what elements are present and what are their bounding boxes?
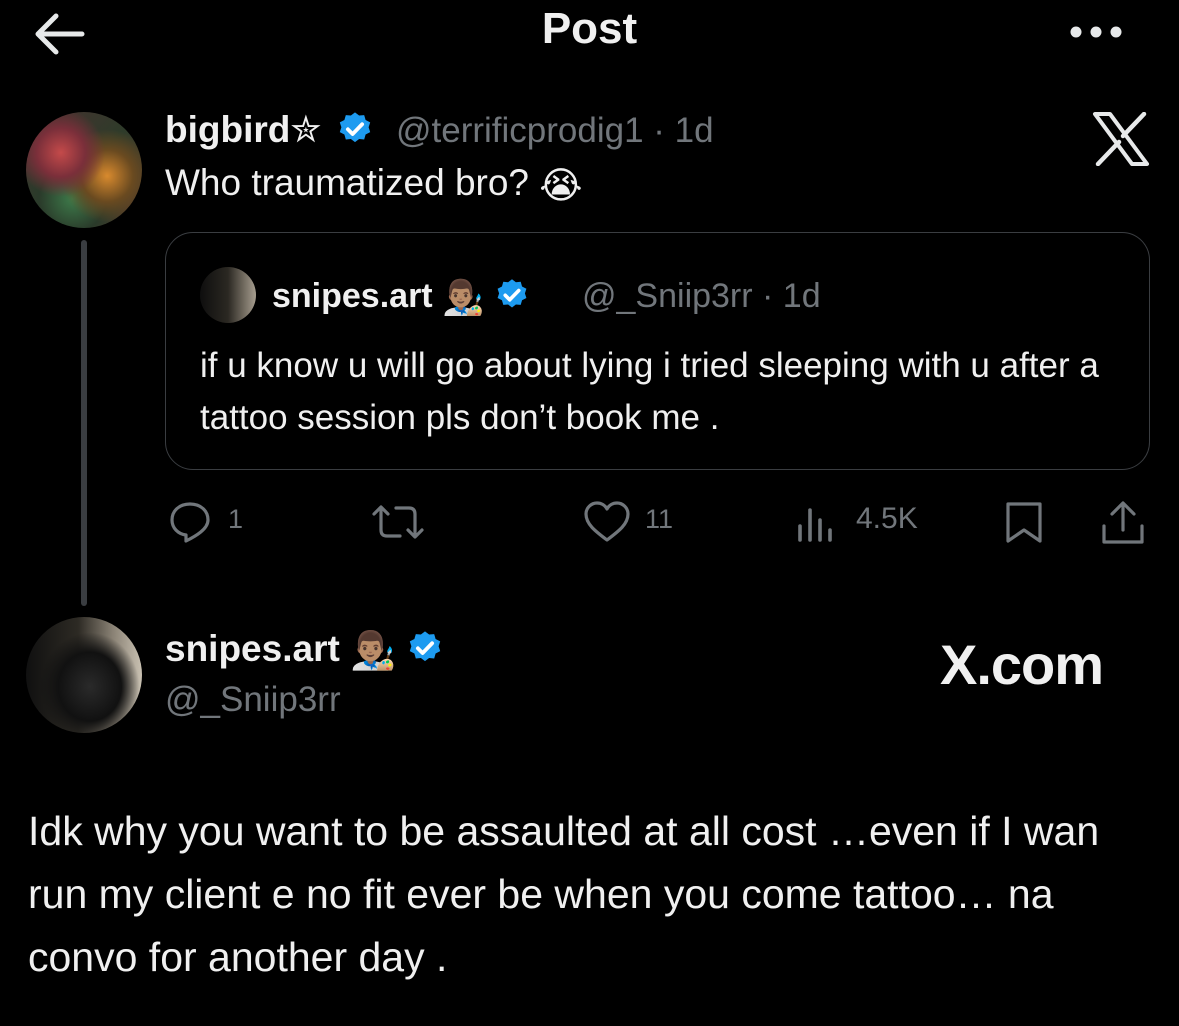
quoted-author-name: snipes.art 👨🏽‍🎨 — [272, 277, 530, 318]
more-icon[interactable] — [1066, 20, 1126, 44]
x-com-brand: X.com — [940, 633, 1104, 696]
x-logo-icon — [1093, 112, 1149, 166]
thread-line — [81, 240, 87, 606]
quoted-name-text: snipes.art — [272, 277, 433, 315]
avatar[interactable] — [26, 617, 142, 733]
artist-emoji: 👨🏽‍🎨 — [350, 629, 397, 671]
verified-badge-icon — [497, 279, 527, 308]
avatar[interactable] — [26, 112, 142, 228]
bookmark-icon[interactable] — [1004, 500, 1044, 544]
retweet-icon[interactable] — [370, 502, 426, 542]
tweet-text: Idk why you want to be assaulted at all … — [28, 808, 1100, 980]
tweet-author-handle[interactable]: @_Sniip3rr — [165, 680, 341, 720]
verified-badge-icon — [410, 631, 441, 662]
artist-emoji: 👨🏽‍🎨 — [442, 279, 485, 318]
crying-emoji: 😭 — [539, 164, 583, 206]
verified-badge-icon — [339, 112, 370, 143]
tweet-author-name[interactable]: snipes.art 👨🏽‍🎨 — [165, 628, 444, 673]
author-name-text: snipes.art — [165, 628, 340, 669]
tweet-text: Who traumatized bro? 😭 — [165, 162, 583, 207]
views-icon[interactable] — [796, 504, 836, 542]
reply-count: 1 — [228, 504, 244, 534]
share-icon[interactable] — [1100, 500, 1146, 546]
author-name-text: bigbird✮ — [165, 109, 322, 150]
quoted-avatar — [200, 267, 256, 323]
page-title: Post — [541, 4, 638, 53]
like-icon[interactable] — [583, 500, 631, 544]
like-count: 11 — [645, 504, 674, 534]
reply-icon[interactable] — [168, 500, 212, 544]
tweet-author-handle[interactable]: @terrificprodig1 · 1d — [396, 111, 714, 151]
tweet-author-name[interactable]: bigbird✮ — [165, 108, 374, 151]
quoted-tweet-text: if u know u will go about lying i tried … — [200, 346, 1099, 437]
tweet-text-content: Who traumatized bro? — [165, 162, 530, 203]
quoted-author-handle: @_Sniip3rr · 1d — [582, 277, 821, 315]
views-count: 4.5K — [856, 502, 918, 535]
